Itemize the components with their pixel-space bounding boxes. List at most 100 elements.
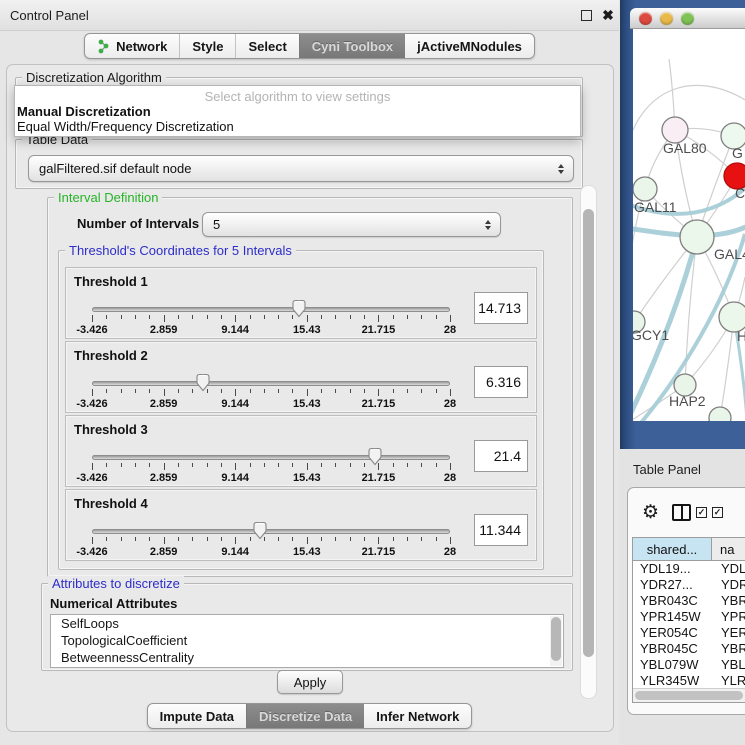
slider-track[interactable]	[92, 529, 450, 534]
table-panel: ⚙ ✓ ✓ shared... na YDL19...YDL1YDR27...Y…	[627, 487, 745, 715]
network-icon	[97, 39, 110, 54]
dropdown-hint: Select algorithm to view settings	[15, 89, 580, 104]
settings-scrollbar[interactable]	[580, 185, 597, 699]
checkbox-icon[interactable]: ✓	[696, 507, 707, 518]
number-of-intervals-value: 5	[213, 217, 220, 232]
threshold-value-field[interactable]: 14.713	[474, 292, 528, 324]
threshold-4-panel: Threshold 4 -3.4262.8599.14415.4321.7152…	[65, 489, 537, 561]
network-node-label: H	[737, 328, 745, 344]
interval-definition-group: Interval Definition Number of Intervals …	[47, 197, 573, 577]
table-row[interactable]: YDR27...YDR2	[633, 577, 745, 593]
threshold-slider[interactable]: -3.4262.8599.14415.4321.71528	[92, 307, 450, 336]
slider-track[interactable]	[92, 381, 450, 386]
slider-ticks	[92, 315, 450, 323]
threshold-label: Threshold 1	[74, 274, 148, 289]
table-hscrollbar[interactable]	[633, 688, 745, 702]
network-node-label: GCY1	[633, 327, 669, 343]
columns-icon[interactable]	[672, 504, 691, 521]
network-node-label: GAL11	[634, 199, 677, 215]
tab-network[interactable]: Network	[85, 34, 179, 58]
table-row[interactable]: YBR045CYBR0	[633, 641, 745, 657]
tab-label: jActiveMNodules	[417, 39, 522, 54]
network-node[interactable]	[709, 407, 731, 421]
slider-track[interactable]	[92, 455, 450, 460]
minimize-traffic-light[interactable]	[660, 12, 673, 25]
threshold-slider[interactable]: -3.4262.8599.14415.4321.71528	[92, 529, 450, 558]
table-body: YDL19...YDL1YDR27...YDR2YBR043CYBR0YPR14…	[633, 561, 745, 691]
attribute-item[interactable]: BetweennessCentrality	[51, 649, 563, 666]
table-row[interactable]: YDL19...YDL1	[633, 561, 745, 577]
slider-tick-labels: -3.4262.8599.14415.4321.71528	[92, 472, 450, 484]
threshold-3-panel: Threshold 3 -3.4262.8599.14415.4321.7152…	[65, 415, 537, 487]
tab-label: Select	[248, 39, 286, 54]
attributes-group: Attributes to discretize Numerical Attri…	[41, 583, 573, 671]
numerical-attributes-list[interactable]: SelfLoopsTopologicalCoefficientBetweenne…	[50, 614, 564, 668]
network-node-label: GAL4	[714, 246, 745, 262]
threshold-slider[interactable]: -3.4262.8599.14415.4321.71528	[92, 381, 450, 410]
scrollbar-thumb[interactable]	[635, 691, 743, 700]
slider-tick-labels: -3.4262.8599.14415.4321.71528	[92, 324, 450, 336]
table-header: shared... na	[633, 538, 745, 561]
threshold-value-field[interactable]: 21.4	[474, 440, 528, 472]
apply-button[interactable]: Apply	[277, 670, 343, 694]
network-view-window: GAL80GCGAL11GAL4GCY1HHAP2	[620, 0, 745, 449]
zoom-traffic-light[interactable]	[681, 12, 694, 25]
node-table: shared... na YDL19...YDL1YDR27...YDR2YBR…	[632, 537, 745, 703]
threshold-value-field[interactable]: 6.316	[474, 366, 528, 398]
column-header-name[interactable]: na	[712, 538, 745, 560]
network-node[interactable]	[633, 177, 657, 201]
tab-cyni-toolbox[interactable]: Cyni Toolbox	[299, 34, 405, 58]
group-title: Attributes to discretize	[48, 576, 184, 591]
network-canvas[interactable]: GAL80GCGAL11GAL4GCY1HHAP2	[633, 29, 745, 421]
panel-title: Control Panel	[10, 8, 575, 23]
close-button[interactable]: ✖	[597, 4, 619, 26]
threshold-2-panel: Threshold 2 -3.4262.8599.14415.4321.7152…	[65, 341, 537, 413]
list-scrollbar[interactable]	[550, 616, 562, 666]
column-header-shared-name[interactable]: shared...	[633, 538, 712, 560]
table-row[interactable]: YLR345WYLR3	[633, 673, 745, 689]
attribute-item[interactable]: SelfLoops	[51, 615, 563, 632]
table-row[interactable]: YBR043CYBR0	[633, 593, 745, 609]
table-row[interactable]: YBL079WYBL0	[633, 657, 745, 673]
bottom-tab-bar: Impute Data Discretize Data Infer Networ…	[0, 703, 619, 729]
table-panel-toolbar: ⚙ ✓ ✓	[628, 496, 745, 528]
combo-arrows-icon	[558, 164, 564, 174]
slider-ticks	[92, 537, 450, 545]
tab-style[interactable]: Style	[179, 34, 235, 58]
table-data-combobox[interactable]: galFiltered.sif default node	[28, 155, 574, 182]
slider-tick-labels: -3.4262.8599.14415.4321.71528	[92, 398, 450, 410]
scrollbar-thumb[interactable]	[551, 617, 561, 661]
dropdown-option-equal-width-frequency[interactable]: Equal Width/Frequency Discretization	[15, 119, 580, 134]
checkbox-icon[interactable]: ✓	[712, 507, 723, 518]
number-of-intervals-label: Number of Intervals	[77, 216, 199, 231]
slider-track[interactable]	[92, 307, 450, 312]
tab-jactivemnodules[interactable]: jActiveMNodules	[405, 34, 534, 58]
table-row[interactable]: YER054CYER0	[633, 625, 745, 641]
scrollbar-thumb[interactable]	[583, 209, 594, 657]
dropdown-option-manual-discretization[interactable]: Manual Discretization	[15, 104, 580, 119]
tab-infer-network[interactable]: Infer Network	[364, 704, 471, 728]
table-row[interactable]: YPR145WYPR1	[633, 609, 745, 625]
threshold-label: Threshold 3	[74, 422, 148, 437]
close-traffic-light[interactable]	[639, 12, 652, 25]
network-node[interactable]	[680, 220, 714, 254]
gear-icon[interactable]: ⚙	[642, 503, 659, 522]
thresholds-group: Threshold's Coordinates for 5 Intervals …	[58, 250, 544, 570]
group-title: Discretization Algorithm	[22, 70, 166, 85]
tab-label: Infer Network	[376, 709, 459, 724]
threshold-value-field[interactable]: 11.344	[474, 514, 528, 546]
float-button[interactable]	[575, 4, 597, 26]
threshold-1-panel: Threshold 1 -3.4262.8599.14415.4321.7152…	[65, 267, 537, 339]
tab-discretize-data[interactable]: Discretize Data	[246, 704, 364, 728]
table-data-group: Table Data galFiltered.sif default node	[15, 139, 583, 189]
slider-ticks	[92, 389, 450, 397]
tab-select[interactable]: Select	[235, 34, 298, 58]
threshold-label: Threshold 4	[74, 496, 148, 511]
numerical-attributes-label: Numerical Attributes	[50, 596, 177, 611]
table-panel-title: Table Panel	[633, 462, 701, 477]
threshold-slider[interactable]: -3.4262.8599.14415.4321.71528	[92, 455, 450, 484]
number-of-intervals-combobox[interactable]: 5	[202, 212, 501, 237]
attribute-item[interactable]: TopologicalCoefficient	[51, 632, 563, 649]
table-panel-region: Table Panel ⚙ ✓ ✓ shared... na YDL19...Y…	[619, 449, 745, 745]
tab-impute-data[interactable]: Impute Data	[148, 704, 246, 728]
